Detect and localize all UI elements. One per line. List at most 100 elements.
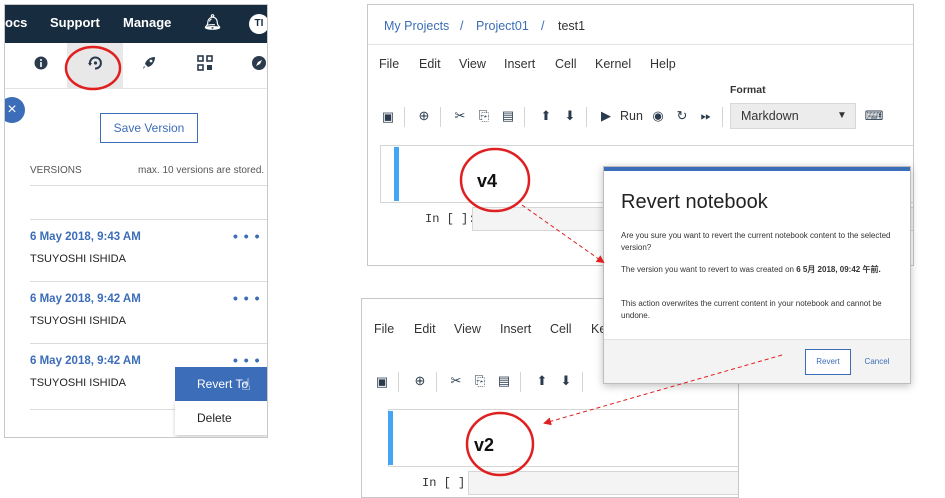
menu-insert[interactable]: Insert (500, 322, 531, 336)
nav-support-link[interactable]: Support (50, 15, 100, 30)
run-icon[interactable]: ▶ (598, 108, 614, 124)
toolbar-separator (436, 372, 437, 392)
version-annotation-label: v4 (477, 171, 498, 191)
breadcrumb-separator: / (541, 19, 545, 33)
dialog-warning: This action overwrites the current conte… (621, 299, 882, 320)
side-panel-tabs (5, 43, 267, 89)
bell-icon[interactable]: 🔔︎ (203, 13, 222, 31)
delete-menu-item[interactable]: Delete (175, 401, 267, 435)
dialog-title: Revert notebook (621, 191, 768, 213)
dialog-version-date: 6 5月 2018, 09:42 午前. (796, 265, 881, 274)
stop-icon[interactable]: ◉ (650, 108, 666, 124)
toolbar-separator (398, 372, 399, 392)
toolbar-separator (524, 107, 525, 127)
format-select-value: Markdown (741, 109, 799, 123)
copy-icon[interactable]: ⎘ (476, 108, 492, 124)
run-label[interactable]: Run (620, 109, 643, 123)
divider (30, 219, 267, 220)
menu-edit[interactable]: Edit (419, 57, 441, 71)
menu-view[interactable]: View (459, 57, 486, 71)
versions-header: VERSIONS (30, 165, 82, 176)
move-down-icon[interactable]: ⬇︎ (562, 108, 578, 124)
version-date[interactable]: 6 May 2018, 9:42 AM (30, 355, 141, 367)
version-more-button[interactable]: • • • (233, 352, 260, 368)
dialog-accent-bar (604, 167, 910, 171)
rocket-icon[interactable] (139, 55, 159, 75)
divider (30, 343, 267, 344)
version-user: TSUYOSHI ISHIDA (30, 377, 126, 389)
toolbar-separator (586, 107, 587, 127)
move-up-icon[interactable]: ⬆︎ (538, 108, 554, 124)
add-cell-icon[interactable]: ⊕ (412, 373, 428, 389)
breadcrumb-projects[interactable]: My Projects (384, 19, 449, 33)
add-cell-icon[interactable]: ⊕ (416, 108, 432, 124)
chevron-down-icon: ▼ (837, 110, 847, 121)
breadcrumb-project[interactable]: Project01 (476, 19, 529, 33)
dialog-version-info: The version you want to revert to was cr… (621, 264, 899, 276)
cell-prompt: In [ ]: (425, 212, 476, 226)
save-icon[interactable]: ▣ (380, 109, 396, 125)
nav-docs-link[interactable]: ocs (5, 15, 27, 30)
menu-cell[interactable]: Cell (550, 322, 572, 336)
toolbar-separator (722, 107, 723, 127)
paste-icon[interactable]: ▤ (500, 108, 516, 124)
restart-icon[interactable]: ↻ (674, 108, 690, 124)
move-up-icon[interactable]: ⬆︎ (534, 373, 550, 389)
breadcrumb-notebook: test1 (558, 19, 586, 33)
cell-selection-bar (388, 411, 393, 465)
cancel-button[interactable]: Cancel (862, 349, 892, 375)
save-icon[interactable]: ▣ (374, 374, 390, 390)
version-more-button[interactable]: • • • (233, 290, 260, 306)
nav-manage-link[interactable]: Manage (123, 15, 171, 30)
breadcrumb-separator: / (460, 19, 464, 33)
cut-icon[interactable]: ✂ (452, 108, 468, 124)
version-user: TSUYOSHI ISHIDA (30, 315, 126, 327)
version-user: TSUYOSHI ISHIDA (30, 253, 126, 265)
menu-edit[interactable]: Edit (414, 322, 436, 336)
dialog-question: Are you sure you want to revert the curr… (621, 231, 891, 252)
format-select[interactable]: Markdown ▼ (730, 103, 856, 129)
menu-view[interactable]: View (454, 322, 481, 336)
toolbar-separator (404, 107, 405, 127)
compass-icon[interactable] (249, 55, 267, 75)
copy-icon[interactable]: ⎘ (472, 373, 488, 389)
max-versions-note: max. 10 versions are stored. (138, 165, 265, 176)
avatar[interactable]: TI (249, 14, 267, 34)
data-icon[interactable] (195, 55, 215, 75)
dialog-footer: Revert Cancel (604, 339, 910, 383)
menu-help[interactable]: Help (650, 57, 676, 71)
version-date[interactable]: 6 May 2018, 9:43 AM (30, 231, 141, 243)
paste-icon[interactable]: ▤ (496, 373, 512, 389)
cut-icon[interactable]: ✂ (448, 373, 464, 389)
revert-to-menu-item[interactable]: Revert To (175, 367, 267, 401)
close-panel-button[interactable]: × (5, 97, 25, 123)
divider (30, 281, 267, 282)
keyboard-icon[interactable]: ⌨︎ (864, 108, 884, 124)
menu-kernel[interactable]: Kernel (595, 57, 631, 71)
version-date[interactable]: 6 May 2018, 9:42 AM (30, 293, 141, 305)
menu-file[interactable]: File (374, 322, 394, 336)
hand-cursor-icon: ☝︎ (241, 377, 251, 394)
toolbar-separator (582, 372, 583, 392)
markdown-cell[interactable] (388, 409, 738, 467)
move-down-icon[interactable]: ⬇︎ (558, 373, 574, 389)
cell-selection-bar (394, 147, 399, 201)
menu-insert[interactable]: Insert (504, 57, 535, 71)
version-more-button[interactable]: • • • (233, 228, 260, 244)
save-version-button[interactable]: Save Version (100, 113, 198, 143)
revert-button[interactable]: Revert (805, 349, 851, 375)
cell-prompt: In [ ]: (422, 476, 473, 490)
toolbar-separator (520, 372, 521, 392)
versions-panel: ocs Support Manage 🔔︎ TI × Save Version … (4, 4, 268, 438)
version-annotation-label: v2 (474, 435, 495, 455)
fast-forward-icon[interactable]: ⏩︎ (698, 108, 714, 124)
menu-file[interactable]: File (379, 57, 399, 71)
code-cell-input[interactable] (468, 471, 738, 495)
revert-notebook-dialog: Revert notebook Are you sure you want to… (603, 166, 911, 384)
menu-cell[interactable]: Cell (555, 57, 577, 71)
divider (30, 185, 267, 186)
info-icon[interactable] (31, 55, 51, 75)
versions-history-icon[interactable] (85, 55, 105, 75)
dialog-version-prefix: The version you want to revert to was cr… (621, 265, 797, 274)
top-nav-bar: ocs Support Manage 🔔︎ TI (5, 5, 267, 43)
